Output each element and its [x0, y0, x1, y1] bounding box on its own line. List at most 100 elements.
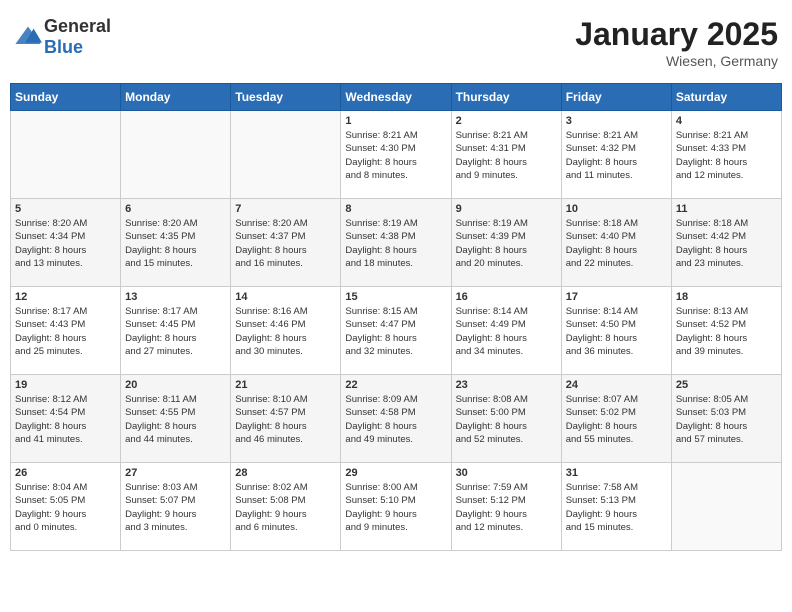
- page-header: General Blue January 2025 Wiesen, German…: [10, 10, 782, 75]
- calendar-cell: 14Sunrise: 8:16 AM Sunset: 4:46 PM Dayli…: [231, 287, 341, 375]
- calendar-cell: 12 Sunrise: 8:17 AM Sunset: 4:43 PM Dayli…: [11, 287, 121, 375]
- calendar-cell: [231, 111, 341, 199]
- day-info: Sunrise: 8:05 AM Sunset: 5:03 PM Dayligh…: [676, 393, 777, 446]
- calendar-location: Wiesen, Germany: [575, 53, 778, 69]
- calendar-cell: 13 Sunrise: 8:17 AM Sunset: 4:45 PM Dayli…: [121, 287, 231, 375]
- day-number: 16: [456, 291, 557, 303]
- calendar-cell: [671, 463, 781, 551]
- day-info: Sunrise: 8:15 AM Sunset: 4:47 PM Dayligh…: [345, 305, 446, 358]
- week-row-2: 5 Sunrise: 8:20 AM Sunset: 4:34 PM Daylig…: [11, 199, 782, 287]
- day-info: Sunrise: 8:00 AM Sunset: 5:10 PM Dayligh…: [345, 481, 446, 534]
- calendar-cell: 7 Sunrise: 8:20 AM Sunset: 4:37 PM Daylig…: [231, 199, 341, 287]
- day-header-monday: Monday: [121, 84, 231, 111]
- logo-text-blue: Blue: [44, 37, 83, 57]
- day-number: 19: [15, 379, 116, 391]
- day-number: 29: [345, 467, 446, 479]
- day-number: 23: [456, 379, 557, 391]
- day-number: 8: [345, 203, 446, 215]
- calendar-cell: 4 Sunrise: 8:21 AM Sunset: 4:33 PM Daylig…: [671, 111, 781, 199]
- day-number: 27: [125, 467, 226, 479]
- day-number: 15: [345, 291, 446, 303]
- calendar-cell: 3 Sunrise: 8:21 AM Sunset: 4:32 PM Daylig…: [561, 111, 671, 199]
- calendar-cell: 20 Sunrise: 8:11 AM Sunset: 4:55 PM Dayli…: [121, 375, 231, 463]
- week-row-4: 19 Sunrise: 8:12 AM Sunset: 4:54 PM Dayli…: [11, 375, 782, 463]
- day-number: 20: [125, 379, 226, 391]
- day-info: Sunrise: 8:17 AM Sunset: 4:45 PM Dayligh…: [125, 305, 226, 358]
- calendar-cell: 11Sunrise: 8:18 AM Sunset: 4:42 PM Dayli…: [671, 199, 781, 287]
- calendar-cell: 22 Sunrise: 8:09 AM Sunset: 4:58 PM Dayli…: [341, 375, 451, 463]
- calendar-header-row: SundayMondayTuesdayWednesdayThursdayFrid…: [11, 84, 782, 111]
- day-info: Sunrise: 7:58 AM Sunset: 5:13 PM Dayligh…: [566, 481, 667, 534]
- week-row-3: 12 Sunrise: 8:17 AM Sunset: 4:43 PM Dayli…: [11, 287, 782, 375]
- day-info: Sunrise: 8:20 AM Sunset: 4:37 PM Dayligh…: [235, 217, 336, 270]
- day-header-wednesday: Wednesday: [341, 84, 451, 111]
- day-info: Sunrise: 8:21 AM Sunset: 4:30 PM Dayligh…: [345, 129, 446, 182]
- day-info: Sunrise: 8:18 AM Sunset: 4:40 PM Dayligh…: [566, 217, 667, 270]
- day-info: Sunrise: 8:20 AM Sunset: 4:34 PM Dayligh…: [15, 217, 116, 270]
- day-info: Sunrise: 8:21 AM Sunset: 4:33 PM Dayligh…: [676, 129, 777, 182]
- day-number: 5: [15, 203, 116, 215]
- calendar-cell: [121, 111, 231, 199]
- day-number: 28: [235, 467, 336, 479]
- calendar-cell: 21 Sunrise: 8:10 AM Sunset: 4:57 PM Dayli…: [231, 375, 341, 463]
- week-row-1: 1 Sunrise: 8:21 AM Sunset: 4:30 PM Daylig…: [11, 111, 782, 199]
- calendar-table: SundayMondayTuesdayWednesdayThursdayFrid…: [10, 83, 782, 551]
- title-block: January 2025 Wiesen, Germany: [575, 16, 778, 69]
- calendar-cell: 27 Sunrise: 8:03 AM Sunset: 5:07 PM Dayli…: [121, 463, 231, 551]
- day-info: Sunrise: 8:19 AM Sunset: 4:38 PM Dayligh…: [345, 217, 446, 270]
- calendar-cell: 19 Sunrise: 8:12 AM Sunset: 4:54 PM Dayli…: [11, 375, 121, 463]
- day-number: 21: [235, 379, 336, 391]
- calendar-cell: 5 Sunrise: 8:20 AM Sunset: 4:34 PM Daylig…: [11, 199, 121, 287]
- day-info: Sunrise: 8:03 AM Sunset: 5:07 PM Dayligh…: [125, 481, 226, 534]
- day-number: 30: [456, 467, 557, 479]
- week-row-5: 26Sunrise: 8:04 AM Sunset: 5:05 PM Dayli…: [11, 463, 782, 551]
- calendar-cell: 16 Sunrise: 8:14 AM Sunset: 4:49 PM Dayli…: [451, 287, 561, 375]
- calendar-cell: 8 Sunrise: 8:19 AM Sunset: 4:38 PM Daylig…: [341, 199, 451, 287]
- calendar-title: January 2025: [575, 16, 778, 53]
- day-number: 1: [345, 115, 446, 127]
- day-number: 9: [456, 203, 557, 215]
- logo-icon: [14, 23, 42, 51]
- calendar-cell: 23 Sunrise: 8:08 AM Sunset: 5:00 PM Dayli…: [451, 375, 561, 463]
- day-info: Sunrise: 8:07 AM Sunset: 5:02 PM Dayligh…: [566, 393, 667, 446]
- calendar-cell: 2Sunrise: 8:21 AM Sunset: 4:31 PM Daylig…: [451, 111, 561, 199]
- day-info: Sunrise: 8:14 AM Sunset: 4:50 PM Dayligh…: [566, 305, 667, 358]
- day-info: Sunrise: 8:04 AM Sunset: 5:05 PM Dayligh…: [15, 481, 116, 534]
- calendar-cell: 18Sunrise: 8:13 AM Sunset: 4:52 PM Dayli…: [671, 287, 781, 375]
- day-info: Sunrise: 8:11 AM Sunset: 4:55 PM Dayligh…: [125, 393, 226, 446]
- day-number: 11: [676, 203, 777, 215]
- calendar-cell: 6Sunrise: 8:20 AM Sunset: 4:35 PM Daylig…: [121, 199, 231, 287]
- day-header-tuesday: Tuesday: [231, 84, 341, 111]
- day-number: 10: [566, 203, 667, 215]
- day-number: 7: [235, 203, 336, 215]
- day-header-friday: Friday: [561, 84, 671, 111]
- calendar-cell: 15 Sunrise: 8:15 AM Sunset: 4:47 PM Dayli…: [341, 287, 451, 375]
- day-header-sunday: Sunday: [11, 84, 121, 111]
- day-info: Sunrise: 8:20 AM Sunset: 4:35 PM Dayligh…: [125, 217, 226, 270]
- day-info: Sunrise: 8:17 AM Sunset: 4:43 PM Dayligh…: [15, 305, 116, 358]
- calendar-cell: 25Sunrise: 8:05 AM Sunset: 5:03 PM Dayli…: [671, 375, 781, 463]
- calendar-cell: 9 Sunrise: 8:19 AM Sunset: 4:39 PM Daylig…: [451, 199, 561, 287]
- day-info: Sunrise: 8:09 AM Sunset: 4:58 PM Dayligh…: [345, 393, 446, 446]
- logo: General Blue: [14, 16, 111, 58]
- day-number: 2: [456, 115, 557, 127]
- day-number: 13: [125, 291, 226, 303]
- day-number: 12: [15, 291, 116, 303]
- day-number: 22: [345, 379, 446, 391]
- day-info: Sunrise: 8:14 AM Sunset: 4:49 PM Dayligh…: [456, 305, 557, 358]
- day-info: Sunrise: 8:10 AM Sunset: 4:57 PM Dayligh…: [235, 393, 336, 446]
- day-header-thursday: Thursday: [451, 84, 561, 111]
- day-number: 31: [566, 467, 667, 479]
- calendar-cell: 10 Sunrise: 8:18 AM Sunset: 4:40 PM Dayli…: [561, 199, 671, 287]
- day-number: 17: [566, 291, 667, 303]
- day-info: Sunrise: 8:12 AM Sunset: 4:54 PM Dayligh…: [15, 393, 116, 446]
- calendar-cell: 24 Sunrise: 8:07 AM Sunset: 5:02 PM Dayli…: [561, 375, 671, 463]
- day-number: 3: [566, 115, 667, 127]
- day-info: Sunrise: 8:08 AM Sunset: 5:00 PM Dayligh…: [456, 393, 557, 446]
- day-info: Sunrise: 8:21 AM Sunset: 4:32 PM Dayligh…: [566, 129, 667, 182]
- day-info: Sunrise: 8:19 AM Sunset: 4:39 PM Dayligh…: [456, 217, 557, 270]
- day-number: 24: [566, 379, 667, 391]
- day-number: 4: [676, 115, 777, 127]
- day-info: Sunrise: 7:59 AM Sunset: 5:12 PM Dayligh…: [456, 481, 557, 534]
- day-info: Sunrise: 8:16 AM Sunset: 4:46 PM Dayligh…: [235, 305, 336, 358]
